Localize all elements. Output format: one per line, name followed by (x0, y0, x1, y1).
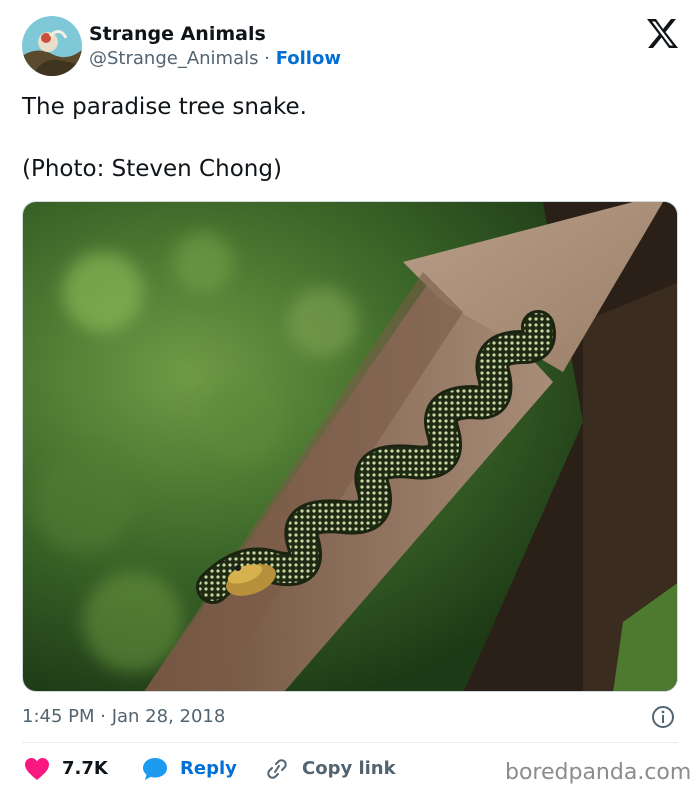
reply-label: Reply (180, 758, 237, 779)
follow-button[interactable]: Follow (276, 48, 341, 69)
like-button[interactable]: 7.7K (24, 755, 108, 783)
avatar[interactable] (22, 16, 82, 76)
tweet-line: The paradise tree snake. (22, 94, 307, 120)
like-count: 7.7K (62, 758, 108, 779)
tweet-timestamp[interactable]: 1:45 PM · Jan 28, 2018 (22, 705, 225, 729)
copy-link-button[interactable]: Copy link (264, 755, 396, 783)
reply-bubble-icon (143, 758, 167, 780)
tweet-photo[interactable] (22, 201, 678, 692)
handle-line: @Strange_Animals · Follow (89, 47, 341, 71)
link-icon (267, 759, 287, 779)
reply-button[interactable]: Reply (142, 755, 237, 783)
copy-link-label: Copy link (302, 758, 396, 779)
heart-icon (25, 758, 49, 780)
handle[interactable]: @Strange_Animals (89, 48, 259, 69)
handle-separator: · (264, 48, 270, 69)
x-logo-icon[interactable] (646, 19, 678, 48)
watermark: boredpanda.com (505, 760, 692, 785)
divider (22, 742, 678, 743)
avatar-image (22, 16, 82, 76)
snake-photo (23, 202, 677, 691)
tweet-text: The paradise tree snake. (Photo: Steven … (22, 92, 672, 185)
tweet-line: (Photo: Steven Chong) (22, 156, 282, 182)
info-icon[interactable] (651, 705, 675, 729)
display-name[interactable]: Strange Animals (89, 22, 266, 46)
